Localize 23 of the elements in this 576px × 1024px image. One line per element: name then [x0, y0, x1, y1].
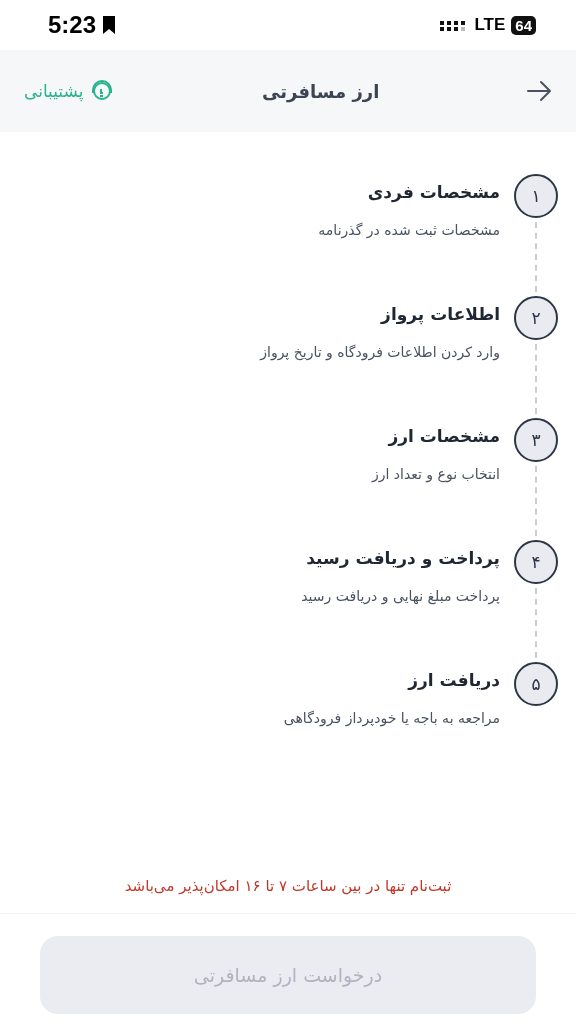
step-number: ۲ [514, 296, 558, 340]
step-description: وارد کردن اطلاعات فرودگاه و تاریخ پرواز [260, 344, 500, 360]
step-description: مراجعه به باجه یا خودپرداز فرودگاهی [283, 710, 500, 726]
battery-indicator: 64 [511, 15, 536, 35]
step-number: ۱ [514, 174, 558, 218]
step-number: ۵ [514, 662, 558, 706]
step-title: دریافت ارز [406, 670, 500, 690]
step-description: مشخصات ثبت شده در گذرنامه [318, 222, 500, 238]
step-description: پرداخت مبلغ نهایی و دریافت رسید [301, 588, 500, 604]
support-button[interactable]: پشتیبانی [24, 78, 116, 104]
step-title: اطلاعات پرواز [379, 304, 500, 324]
step-title: پرداخت و دریافت رسید [305, 548, 500, 568]
step-number: ۳ [514, 418, 558, 462]
back-button[interactable] [526, 80, 552, 102]
clock: 5:23 [48, 11, 97, 39]
step-description: انتخاب نوع و تعداد ارز [371, 466, 500, 482]
step-title: مشخصات ارز [386, 426, 500, 446]
network-label: LTE [474, 15, 506, 35]
bookmark-icon [102, 15, 117, 35]
step-title: مشخصات فردی [366, 182, 500, 202]
page-title: ارز مسافرتی [262, 80, 380, 102]
step-number: ۴ [514, 540, 558, 584]
notice-text: ثبت‌نام تنها در بین ساعات ۷ تا ۱۶ امکان‌پذیر می‌باشد [124, 877, 452, 895]
